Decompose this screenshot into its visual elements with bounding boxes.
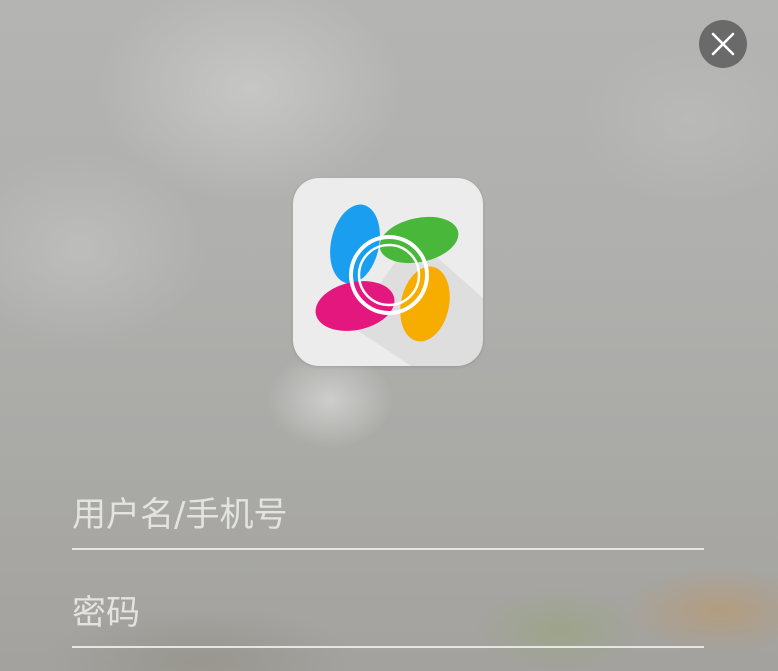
ezviz-petals-logo-icon [315,204,483,366]
username-field[interactable] [72,490,704,550]
close-button[interactable] [699,20,747,68]
password-field[interactable] [72,588,704,648]
username-input[interactable] [72,492,704,538]
password-input[interactable] [72,590,704,636]
app-logo [293,178,483,366]
login-screen [0,0,778,671]
close-icon [711,32,735,56]
